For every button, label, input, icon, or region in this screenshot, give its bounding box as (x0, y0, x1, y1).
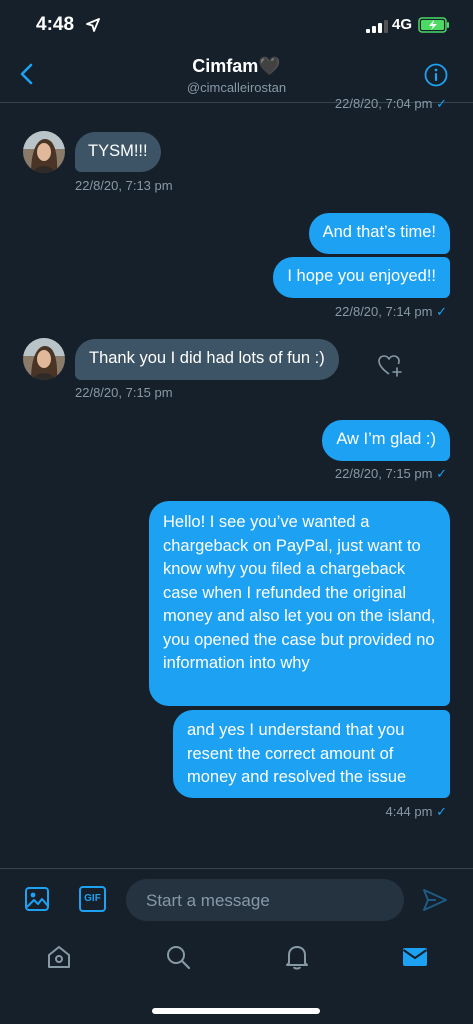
message-text: Thank you I did had lots of fun :) (89, 349, 325, 367)
display-name: Cimfam (192, 56, 259, 76)
avatar[interactable] (23, 131, 65, 173)
message-text: and yes I understand that you resent the… (187, 721, 407, 786)
message-input[interactable] (144, 879, 388, 923)
message-bubble-sent[interactable]: Hello! I see you’ve wanted a chargeback … (149, 501, 450, 706)
read-check-icon: ✓ (436, 96, 447, 111)
message-bubble-received[interactable]: TYSM!!! (75, 132, 161, 172)
search-icon[interactable] (165, 944, 191, 970)
message-text: Aw I’m glad :) (336, 430, 436, 448)
message-bubble-sent[interactable]: I hope you enjoyed!! (273, 257, 450, 298)
read-check-icon: ✓ (436, 804, 447, 819)
composer-divider (0, 868, 473, 869)
read-check-icon: ✓ (436, 304, 447, 319)
image-icon[interactable] (24, 886, 50, 912)
avatar-photo-icon (23, 338, 65, 380)
network-type: 4G (392, 16, 413, 33)
message-bubble-sent[interactable]: And that’s time! (308, 213, 450, 254)
send-icon[interactable] (422, 888, 448, 912)
read-check-icon: ✓ (436, 466, 447, 481)
home-icon[interactable] (46, 944, 72, 970)
messages-envelope-icon[interactable] (402, 946, 428, 968)
message-timestamp: 22/8/20, 7:15 pm (75, 385, 173, 400)
home-indicator (152, 1008, 320, 1014)
location-arrow-icon (86, 18, 100, 32)
info-icon[interactable] (424, 63, 448, 87)
battery-charging-icon (418, 17, 449, 33)
avatar[interactable] (23, 338, 65, 380)
avatar-photo-icon (23, 131, 65, 173)
message-text: Hello! I see you’ve wanted a chargeback … (163, 513, 436, 672)
message-text: TYSM!!! (88, 142, 148, 160)
gif-button[interactable]: GIF (79, 886, 106, 912)
message-timestamp: 22/8/20, 7:13 pm (75, 178, 173, 193)
message-bubble-sent[interactable]: and yes I understand that you resent the… (173, 710, 450, 798)
message-composer[interactable] (126, 879, 404, 923)
status-time: 4:48 (36, 14, 75, 35)
message-timestamp: 22/8/20, 7:15 pm ✓ (334, 466, 447, 481)
message-timestamp: 4:44 pm ✓ (385, 804, 447, 819)
gif-label: GIF (84, 893, 101, 904)
notifications-bell-icon[interactable] (284, 943, 310, 971)
message-bubble-sent[interactable]: Aw I’m glad :) (322, 420, 450, 461)
cellular-signal-icon (366, 20, 388, 33)
add-reaction-heart-icon[interactable] (378, 354, 404, 378)
message-text: I hope you enjoyed!! (287, 267, 436, 285)
conversation-title[interactable]: Cimfam🖤 (0, 56, 473, 77)
message-bubble-received[interactable]: Thank you I did had lots of fun :) (75, 339, 339, 380)
message-timestamp: 22/8/20, 7:04 pm ✓ (334, 96, 447, 111)
black-heart-emoji: 🖤 (258, 56, 281, 76)
message-text: And that’s time! (322, 223, 436, 241)
message-timestamp: 22/8/20, 7:14 pm ✓ (334, 304, 447, 319)
username-handle: @cimcalleirostan (186, 80, 287, 95)
